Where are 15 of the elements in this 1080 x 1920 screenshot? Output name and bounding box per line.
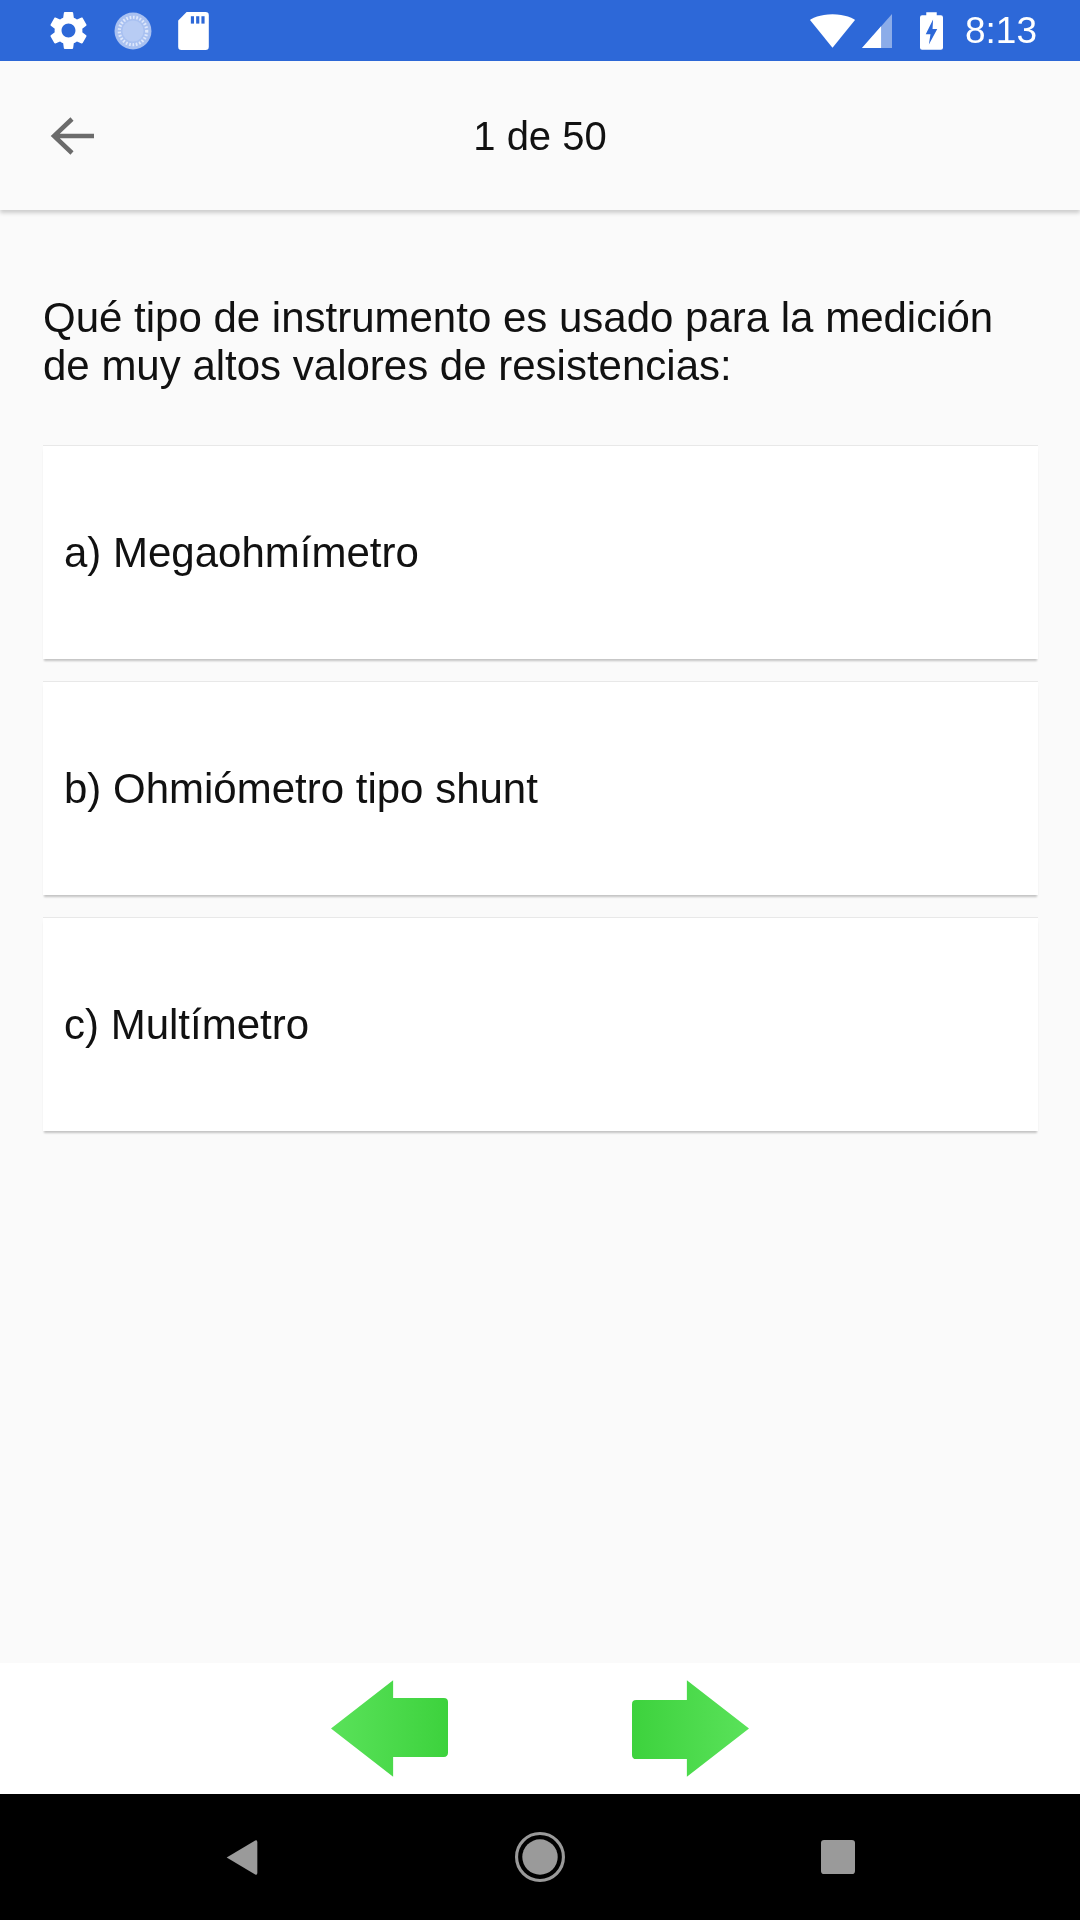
- wifi-icon: [810, 13, 855, 48]
- back-icon[interactable]: [50, 115, 96, 156]
- signal-icon: [862, 13, 892, 48]
- answer-option[interactable]: a) Megaohmímetro: [43, 446, 1038, 659]
- battery-charging-icon: [920, 11, 943, 50]
- question-text: Qué tipo de instrumento es usado para la medición de muy altos valores de resistencias:: [43, 294, 995, 390]
- back-icon[interactable]: [225, 1838, 259, 1876]
- status-time: 8:13: [965, 9, 1037, 52]
- home-icon[interactable]: [515, 1832, 565, 1882]
- sd-card-icon: [178, 11, 209, 50]
- gear-icon: [49, 11, 88, 50]
- dotted-circle-icon: [114, 11, 152, 50]
- page-counter: 1 de 50: [473, 112, 607, 160]
- answer-option[interactable]: b) Ohmiómetro tipo shunt: [43, 682, 1038, 895]
- answer-option[interactable]: c) Multímetro: [43, 918, 1038, 1131]
